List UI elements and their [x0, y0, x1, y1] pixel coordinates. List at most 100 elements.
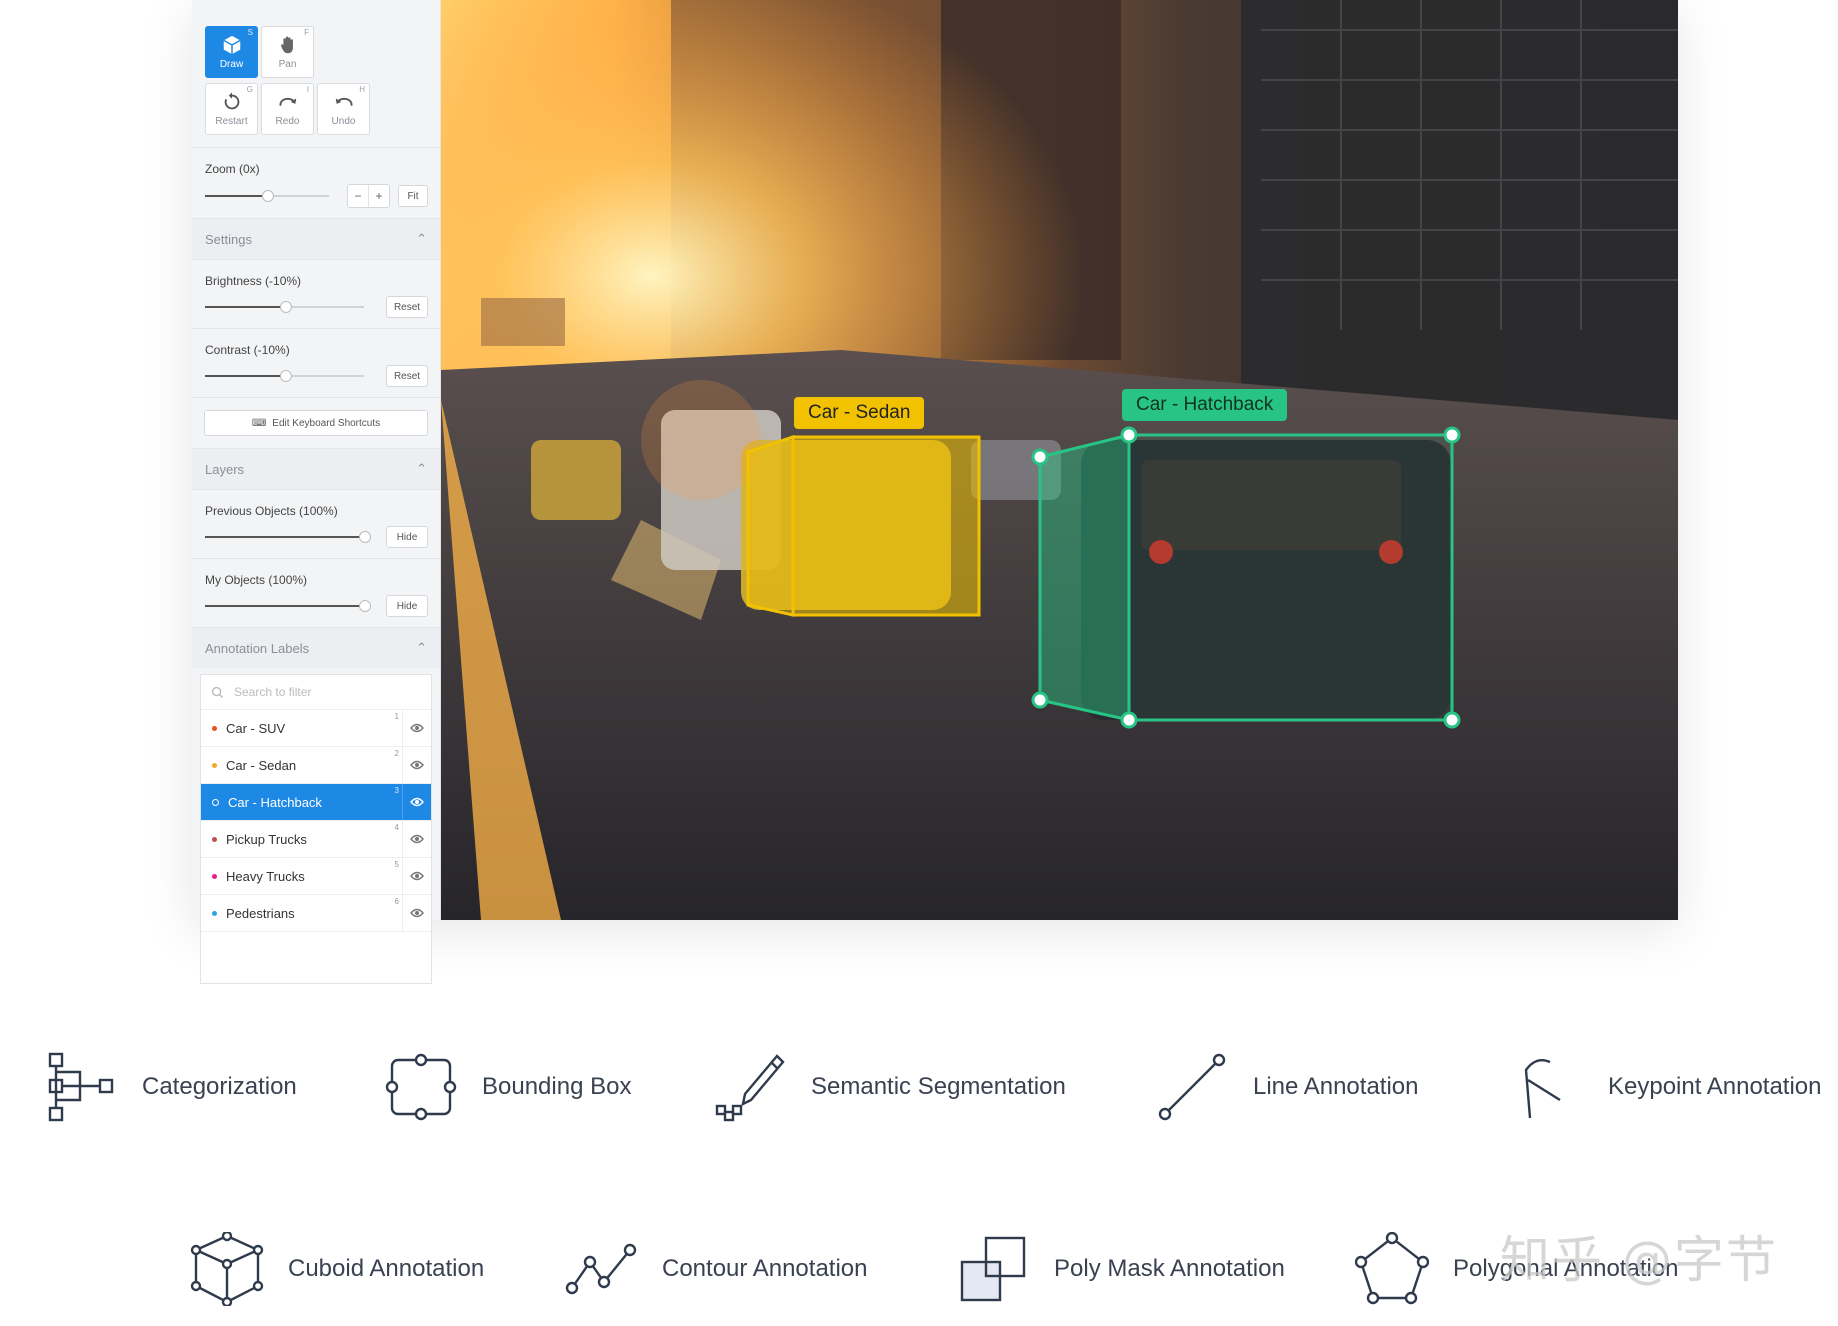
- label-item[interactable]: Car - Hatchback 3: [201, 784, 431, 821]
- sedan-cuboid[interactable]: [746, 434, 981, 617]
- feature-label: Semantic Segmentation: [811, 1073, 1066, 1100]
- cuboid-handle[interactable]: [1031, 448, 1049, 466]
- polygon-icon: [1355, 1232, 1429, 1305]
- zoom-in-button[interactable]: +: [368, 185, 389, 207]
- annotation-app: S Draw F Pan G Restart I Redo H Undo Zoo…: [192, 0, 1678, 984]
- draw-button[interactable]: S Draw: [205, 26, 258, 78]
- undo-button[interactable]: H Undo: [317, 83, 370, 135]
- label-item[interactable]: Car - Sedan 2: [201, 747, 431, 784]
- previous-objects-fill: [205, 536, 364, 538]
- restart-button[interactable]: G Restart: [205, 83, 258, 135]
- eye-icon[interactable]: [402, 784, 431, 820]
- previous-objects-knob[interactable]: [359, 531, 371, 543]
- label-shortcut-index: 2: [394, 749, 399, 758]
- contrast-slider[interactable]: [205, 370, 364, 382]
- zoom-fit-button[interactable]: Fit: [398, 185, 428, 207]
- label-item[interactable]: Car - SUV 1: [201, 710, 431, 747]
- feature-label: Line Annotation: [1253, 1073, 1419, 1100]
- chevron-up-icon: ⌃: [416, 461, 427, 476]
- previous-objects-label: Previous Objects (100%): [205, 504, 338, 518]
- hatchback-cuboid[interactable]: [1031, 426, 1461, 729]
- cuboid-handle[interactable]: [1031, 691, 1049, 709]
- previous-objects-hide-button[interactable]: Hide: [386, 526, 428, 548]
- label-color-dot: [212, 725, 217, 731]
- zoom-control: Zoom (0x) − + Fit: [192, 148, 440, 219]
- eye-icon[interactable]: [402, 895, 431, 931]
- chevron-up-icon: ⌃: [416, 231, 427, 246]
- label-shortcut-index: 5: [394, 860, 399, 869]
- my-objects-slider[interactable]: [205, 600, 371, 612]
- pan-button[interactable]: F Pan: [261, 26, 314, 78]
- restart-label: Restart: [215, 116, 248, 127]
- feature-label: Keypoint Annotation: [1608, 1073, 1822, 1100]
- cuboid-handle[interactable]: [1120, 426, 1138, 444]
- my-objects-hide-button[interactable]: Hide: [386, 595, 428, 617]
- contrast-label: Contrast (-10%): [205, 343, 290, 357]
- eye-icon[interactable]: [402, 747, 431, 783]
- annotation-labels-header[interactable]: Annotation Labels ⌃: [192, 628, 440, 668]
- sedan-label-tag[interactable]: Car - Sedan: [794, 397, 925, 429]
- edit-shortcuts-button[interactable]: ⌨ Edit Keyboard Shortcuts: [204, 410, 428, 436]
- draw-label: Draw: [219, 59, 244, 70]
- contrast-slider-knob[interactable]: [279, 370, 292, 382]
- contrast-row: Reset: [205, 365, 428, 387]
- annotation-labels-title: Annotation Labels: [205, 640, 310, 656]
- my-objects-fill: [205, 605, 364, 607]
- brightness-slider[interactable]: [205, 301, 364, 313]
- label-name: Pickup Trucks: [226, 831, 307, 847]
- eye-icon[interactable]: [402, 821, 431, 857]
- label-item[interactable]: Heavy Trucks 5: [201, 858, 431, 895]
- feature-label: Categorization: [142, 1073, 297, 1100]
- label-color-dot: [212, 910, 217, 916]
- label-shortcut-index: 4: [394, 823, 399, 832]
- annotation-overlay: [746, 426, 1461, 729]
- my-objects-label: My Objects (100%): [205, 573, 308, 587]
- zoom-out-button[interactable]: −: [348, 185, 368, 207]
- undo-label: Undo: [331, 116, 356, 127]
- label-name: Car - Hatchback: [228, 794, 322, 810]
- zoom-slider[interactable]: [205, 190, 329, 202]
- contrast-reset-button[interactable]: Reset: [386, 365, 428, 387]
- keyboard-icon: ⌨: [251, 417, 267, 429]
- label-color-dot: [212, 873, 217, 879]
- hatchback-label-tag[interactable]: Car - Hatchback: [1122, 389, 1288, 421]
- cuboid-icon: [190, 1232, 264, 1306]
- restart-icon: [224, 92, 239, 110]
- zoom-slider-knob[interactable]: [262, 190, 274, 202]
- annotation-labels-panel: Search to filter Car - SUV 1 Car - Sedan 2 C…: [200, 674, 432, 984]
- previous-objects-row: Hide: [205, 526, 428, 548]
- feature-label: Contour Annotation: [662, 1255, 868, 1282]
- cuboid-handle[interactable]: [1120, 711, 1138, 729]
- contrast-slider-fill: [205, 375, 285, 377]
- cuboid-handle[interactable]: [1443, 426, 1461, 444]
- label-shortcut-index: 3: [394, 786, 399, 795]
- layers-header[interactable]: Layers ⌃: [192, 449, 440, 490]
- feature-label: Poly Mask Annotation: [1054, 1255, 1285, 1282]
- label-name: Car - Sedan: [226, 757, 297, 773]
- label-color-dot: [212, 762, 217, 768]
- redo-button[interactable]: I Redo: [261, 83, 314, 135]
- tool-sidebar: S Draw F Pan G Restart I Redo H Undo Zoo…: [192, 0, 441, 984]
- my-objects-knob[interactable]: [359, 600, 371, 612]
- settings-header[interactable]: Settings ⌃: [192, 219, 440, 260]
- eye-icon[interactable]: [402, 858, 431, 894]
- brightness-reset-button[interactable]: Reset: [386, 296, 428, 318]
- eye-icon[interactable]: [402, 710, 431, 746]
- draw-shortcut-key: S: [247, 28, 253, 37]
- label-color-dot: [212, 798, 219, 806]
- label-item[interactable]: Pickup Trucks 4: [201, 821, 431, 858]
- chevron-up-icon: ⌃: [416, 640, 427, 655]
- feature-cuboid-annotation: Cuboid Annotation: [190, 1232, 484, 1306]
- feature-bounding-box: Bounding Box: [384, 1050, 631, 1124]
- edit-shortcuts-label: Edit Keyboard Shortcuts: [272, 417, 381, 429]
- label-search-input[interactable]: Search to filter: [201, 675, 431, 710]
- contour-icon: [565, 1243, 637, 1295]
- previous-objects-slider[interactable]: [205, 531, 371, 543]
- label-item[interactable]: Pedestrians 6: [201, 895, 431, 932]
- undo-shortcut-key: H: [359, 85, 365, 94]
- brightness-slider-knob[interactable]: [279, 301, 292, 313]
- cuboid-handle[interactable]: [1443, 711, 1461, 729]
- brightness-row: Reset: [205, 296, 428, 318]
- zoom-stepper: − +: [347, 184, 390, 208]
- image-canvas[interactable]: Car - Sedan Car - Hatchback: [441, 0, 1678, 920]
